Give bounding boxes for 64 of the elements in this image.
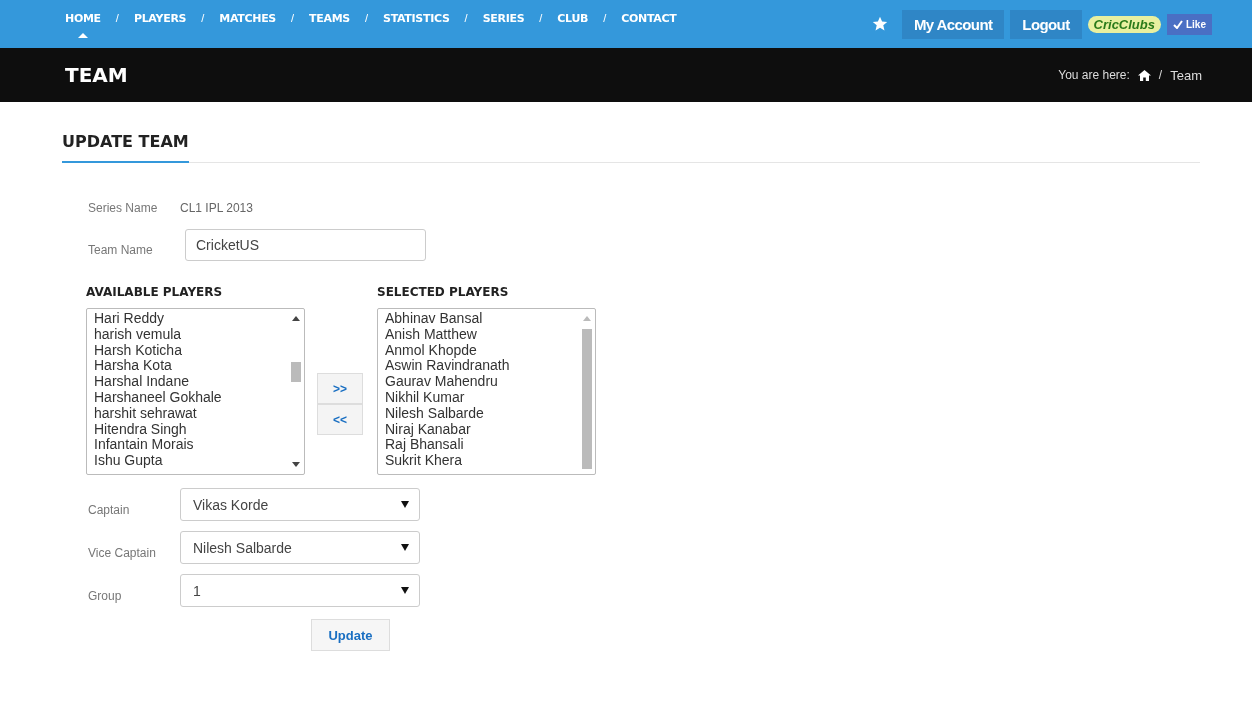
my-account-button[interactable]: My Account [901, 9, 1005, 39]
star-icon[interactable] [871, 16, 888, 32]
player-option[interactable]: Raj Bhansali [385, 437, 571, 454]
dropdown-arrow-icon [401, 544, 409, 551]
nav-separator: / [291, 11, 295, 24]
player-option[interactable]: Sukrit Khera [385, 453, 571, 469]
dropdown[interactable]: Nilesh Salbarde [180, 531, 420, 564]
player-option[interactable]: Nikhil Kumar [385, 390, 571, 406]
nav-separator: / [539, 11, 543, 24]
scroll-thumb[interactable] [290, 362, 301, 382]
player-option[interactable]: Niraj Kanabar [385, 421, 571, 438]
player-listbox[interactable]: Hari Reddy harish vemula Harsh Koticha Harsha Kota Harshal Indane Harshaneel Gokhale harshit sehrawat Hitendra Singh Infantain Morais Ishu Gupta [86, 308, 305, 475]
scroll-thumb[interactable] [581, 329, 592, 469]
list-title: SELECTED PLAYERS [377, 285, 510, 299]
player-option[interactable]: Hari Reddy [94, 311, 280, 327]
breadcrumb-current: Team [1170, 67, 1202, 83]
field-label: Series Name [88, 201, 159, 215]
logo[interactable]: CricClubs [1087, 15, 1161, 33]
team-name-field[interactable]: CricketUS [185, 229, 426, 261]
player-option[interactable]: harshit sehrawat [94, 405, 280, 422]
field-label: Vice Captain [88, 545, 157, 560]
player-option[interactable]: Anmol Khopde [385, 342, 571, 359]
dropdown[interactable]: Vikas Korde [180, 488, 420, 521]
player-option[interactable]: Harshal Indane [94, 374, 280, 390]
field-label: Group [88, 588, 123, 603]
player-option[interactable]: Aswin Ravindranath [385, 358, 571, 375]
player-option[interactable]: Harsha Kota [94, 358, 280, 375]
player-option[interactable]: Anish Matthew [385, 326, 571, 343]
player-option[interactable]: Nilesh Salbarde [385, 405, 571, 422]
player-option[interactable]: Ishu Gupta [94, 453, 280, 469]
page-title: TEAM [65, 63, 128, 87]
scroll-up-icon[interactable] [291, 315, 300, 321]
dropdown[interactable]: 1 [180, 574, 420, 607]
player-option[interactable]: Hitendra Singh [94, 421, 280, 438]
update-button[interactable]: Update [311, 619, 390, 651]
player-option[interactable]: Harsh Koticha [94, 342, 280, 359]
scroll-down-icon[interactable] [291, 462, 300, 468]
section-heading: UPDATE TEAM [62, 132, 189, 163]
dropdown-arrow-icon [401, 587, 409, 594]
player-option[interactable]: Infantain Morais [94, 437, 280, 454]
player-option[interactable]: Abhinav Bansal [385, 311, 571, 327]
nav-separator: / [364, 11, 369, 24]
list-title: AVAILABLE PLAYERS [86, 285, 224, 299]
remove-player-button[interactable]: << [317, 404, 363, 435]
player-option[interactable]: harish vemula [94, 326, 280, 343]
field-label: Team Name [88, 243, 154, 257]
nav-separator: / [603, 11, 607, 24]
breadcrumb-separator: / [1158, 68, 1163, 82]
player-option[interactable]: Harshaneel Gokhale [94, 390, 280, 406]
series-name-value: CL1 IPL 2013 [180, 201, 253, 215]
nav-separator: / [464, 11, 468, 24]
player-listbox[interactable]: Abhinav Bansal Anish Matthew Anmol Khopde Aswin Ravindranath Gaurav Mahendru Nikhil Kumar Nilesh Salbarde Niraj Kanabar Raj Bhansali Sukrit Khera [377, 308, 596, 475]
logout-button[interactable]: Logout [1010, 9, 1082, 39]
dropdown-arrow-icon [401, 501, 409, 508]
field-label: Captain [88, 502, 131, 517]
nav-separator: / [201, 11, 205, 24]
nav-separator: / [115, 11, 119, 24]
home-icon[interactable] [1137, 69, 1151, 81]
player-option[interactable]: Gaurav Mahendru [385, 374, 571, 390]
like-button[interactable]: Like [1167, 13, 1212, 35]
caret-icon [77, 33, 88, 38]
add-player-button[interactable]: >> [317, 373, 363, 404]
check-icon [1173, 19, 1183, 29]
breadcrumb-label: You are here: [1058, 68, 1130, 82]
